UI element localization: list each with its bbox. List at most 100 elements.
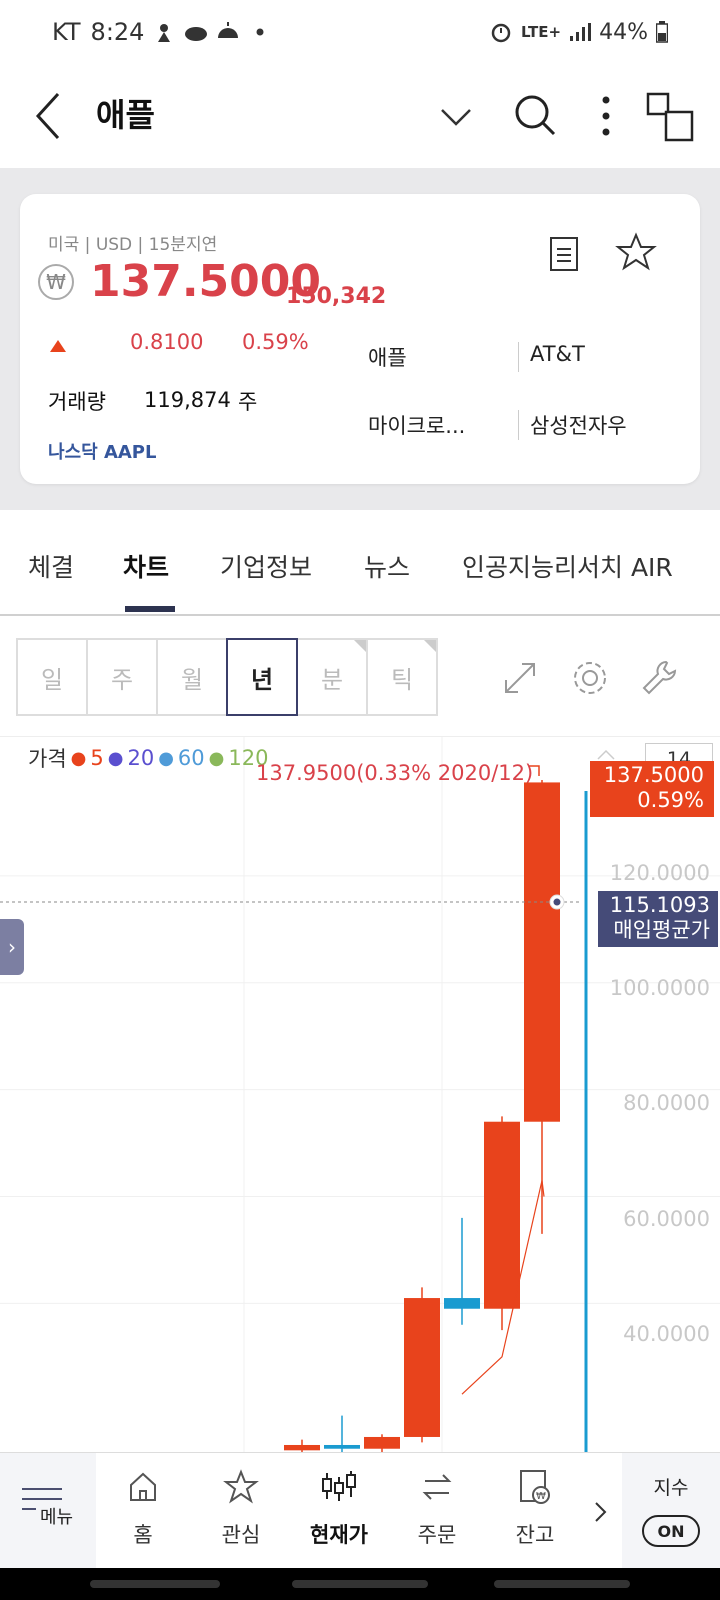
period-day-button[interactable]: 일	[16, 638, 88, 716]
average-price-label: 매입평균가	[613, 918, 710, 942]
star-icon[interactable]	[614, 230, 658, 274]
last-price-value: 137.5000	[603, 763, 704, 787]
won-currency-icon[interactable]: ₩	[38, 264, 74, 300]
high-price-annotation: 137.9500(0.33% 2020/12)	[256, 761, 534, 785]
home-icon	[130, 1472, 156, 1501]
volume-value: 119,874	[144, 388, 231, 412]
candle-chart-icon	[322, 1471, 356, 1501]
balance-document-icon: ₩	[520, 1470, 550, 1504]
notification-icons	[158, 22, 264, 42]
price-chart[interactable]: 가격 ● 5 ● 20 ● 60 ● 120 120.0000 100.0000 80.…	[0, 736, 720, 1452]
candle-body	[364, 1436, 400, 1449]
chevron-right-icon[interactable]	[588, 1497, 612, 1527]
related-stock-2[interactable]: AT&T	[530, 342, 585, 366]
related-stock-1[interactable]: 애플	[368, 342, 407, 372]
period-tick-button[interactable]: 틱	[366, 638, 438, 716]
period-year-button[interactable]: 년	[226, 638, 298, 716]
settings-gear-icon[interactable]	[566, 654, 614, 702]
average-price-tag: 115.1093 매입평균가	[598, 891, 718, 947]
carrier: KT	[52, 18, 81, 46]
period-selector: 일 주 월 년 분 틱	[16, 638, 438, 716]
page-title: 애플	[96, 96, 155, 134]
nav-current-price[interactable]: 현재가	[290, 1453, 388, 1569]
system-navigation-bar	[0, 1568, 720, 1600]
network-type: LTE+	[520, 23, 562, 41]
nav-current-price-label: 현재가	[310, 1523, 368, 1547]
legend-dot-icon: ●	[158, 747, 174, 769]
candlestick-chart[interactable]	[0, 737, 720, 1452]
menu-label: 메뉴	[40, 1507, 74, 1528]
index-toggle[interactable]: 지수 ON	[622, 1453, 720, 1569]
active-tab-indicator	[125, 606, 175, 612]
legend-label: 가격	[28, 747, 67, 771]
nav-home[interactable]: 홈	[94, 1453, 192, 1569]
last-price-tag: 137.5000 0.59%	[590, 761, 714, 817]
related-stock-4[interactable]: 삼성전자우	[530, 410, 627, 440]
index-on-switch[interactable]: ON	[642, 1515, 700, 1547]
candle-body	[284, 1444, 320, 1451]
star-icon	[223, 1469, 259, 1504]
price-change: 0.8100	[130, 330, 204, 354]
related-divider	[518, 342, 519, 372]
nav-order[interactable]: 주문	[388, 1453, 486, 1569]
y-tick-label: 120.0000	[609, 861, 710, 885]
period-minute-button[interactable]: 분	[296, 638, 368, 716]
nav-balance[interactable]: ₩ 잔고	[486, 1453, 584, 1569]
period-month-button[interactable]: 월	[156, 638, 228, 716]
exchange-ticker[interactable]: 나스닥 AAPL	[48, 438, 156, 464]
app-bar: 애플	[0, 64, 720, 168]
system-recent-button[interactable]	[90, 1580, 220, 1588]
back-arrow-icon[interactable]	[28, 86, 68, 146]
related-stock-3[interactable]: 마이크로...	[368, 410, 465, 440]
clock: 8:24	[90, 18, 145, 46]
legend-ma5: 5	[90, 746, 104, 770]
multi-window-icon[interactable]	[640, 86, 700, 146]
chart-legend: 가격 ● 5 ● 20 ● 60 ● 120	[28, 743, 268, 773]
chart-side-panel-handle[interactable]: ›	[0, 919, 24, 975]
price-change-pct: 0.59%	[242, 330, 309, 354]
system-back-button[interactable]	[494, 1580, 630, 1588]
last-price-pct: 0.59%	[637, 788, 704, 812]
system-home-button[interactable]	[292, 1580, 428, 1588]
price-krw: 150,342	[286, 284, 387, 309]
memo-icon[interactable]	[542, 232, 586, 276]
detail-tabs: 체결 차트 기업정보 뉴스 인공지능리서치 AIR	[0, 510, 720, 616]
tab-execution[interactable]: 체결	[28, 548, 74, 584]
fullscreen-icon[interactable]	[496, 654, 544, 702]
status-bar: KT 8:24 LTE+ 44%	[0, 0, 720, 64]
tab-company-info[interactable]: 기업정보	[220, 548, 312, 584]
candle-body	[524, 782, 560, 1122]
y-tick-label: 80.0000	[623, 1091, 710, 1115]
up-triangle-icon	[50, 340, 66, 352]
legend-ma60: 60	[177, 746, 205, 770]
legend-dot-icon: ●	[107, 747, 124, 769]
period-week-button[interactable]: 주	[86, 638, 158, 716]
tab-ai-research[interactable]: 인공지능리서치 AIR	[462, 548, 673, 584]
nav-watchlist[interactable]: 관심	[192, 1453, 290, 1569]
menu-button[interactable]: 메뉴	[0, 1453, 96, 1569]
bottom-navigation: 메뉴 홈 관심 현재가 주문 ₩ 잔고 지수 ON	[0, 1452, 720, 1569]
nav-order-label: 주문	[417, 1523, 457, 1547]
tab-news[interactable]: 뉴스	[364, 548, 410, 584]
wrench-icon[interactable]	[636, 654, 684, 702]
y-tick-label: 40.0000	[623, 1322, 710, 1346]
nav-home-label: 홈	[133, 1523, 153, 1547]
candle-body	[444, 1298, 480, 1309]
legend-ma20: 20	[127, 746, 155, 770]
battery-level: 44%	[599, 19, 648, 45]
tab-chart[interactable]: 차트	[123, 548, 169, 584]
average-price-marker-dot	[553, 898, 561, 906]
chevron-down-icon[interactable]	[426, 86, 486, 146]
index-label: 지수	[653, 1477, 689, 1499]
nav-balance-label: 잔고	[515, 1523, 555, 1547]
y-tick-label: 100.0000	[609, 976, 710, 1000]
market-info: 미국 | USD | 15분지연	[48, 235, 218, 255]
legend-dot-icon: ●	[70, 747, 87, 769]
battery-icon	[656, 21, 668, 43]
more-vertical-icon[interactable]	[576, 86, 636, 146]
quote-card: 미국 | USD | 15분지연 ₩ 137.5000 150,342 0.81…	[20, 194, 700, 484]
search-icon[interactable]	[506, 86, 566, 146]
nav-watchlist-label: 관심	[221, 1523, 261, 1547]
candle-body	[404, 1298, 440, 1437]
volume-label: 거래량	[48, 390, 106, 414]
